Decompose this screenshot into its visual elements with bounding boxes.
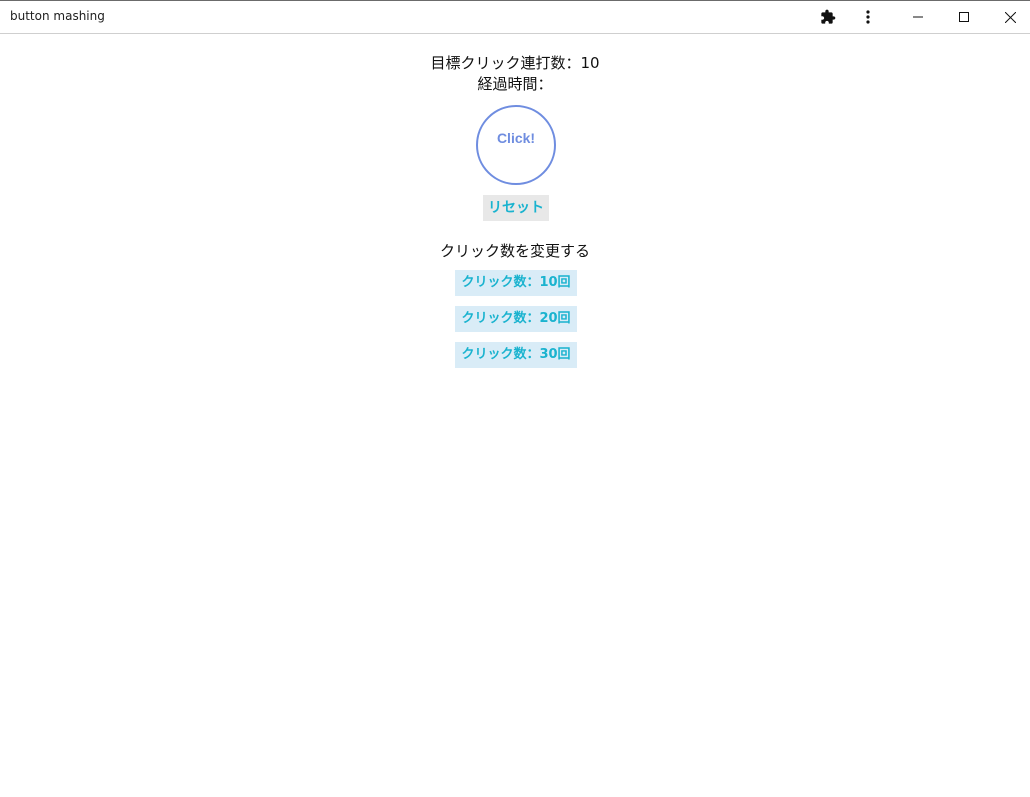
title-bar: button mashing bbox=[0, 1, 1030, 34]
close-button[interactable] bbox=[988, 1, 1030, 33]
minimize-button[interactable] bbox=[896, 1, 940, 33]
elapsed-time-line: 経過時間： bbox=[0, 74, 1030, 94]
reset-button[interactable]: リセット bbox=[483, 195, 549, 221]
click-count-20-button[interactable]: クリック数：20回 bbox=[455, 306, 577, 332]
change-count-heading: クリック数を変更する bbox=[439, 242, 590, 260]
maximize-icon bbox=[959, 12, 969, 22]
click-button[interactable]: Click! bbox=[476, 105, 556, 185]
close-icon bbox=[1004, 11, 1016, 23]
target-clicks-line: 目標クリック連打数：10 bbox=[0, 53, 1030, 73]
target-value: 10 bbox=[580, 54, 600, 72]
app-window: button mashing 目標クリック連打数：10 経過時間： Click!… bbox=[0, 0, 1030, 797]
click-count-30-button[interactable]: クリック数：30回 bbox=[455, 342, 577, 368]
more-menu-button[interactable] bbox=[854, 1, 882, 33]
maximize-button[interactable] bbox=[942, 1, 986, 33]
window-title: button mashing bbox=[10, 9, 105, 23]
click-button-label: Click! bbox=[496, 130, 536, 146]
click-count-10-button[interactable]: クリック数：10回 bbox=[455, 270, 577, 296]
minimize-icon bbox=[913, 16, 923, 18]
page-content: 目標クリック連打数：10 経過時間： Click! リセット クリック数を変更す… bbox=[0, 34, 1030, 797]
elapsed-label: 経過時間： bbox=[477, 75, 553, 93]
target-label: 目標クリック連打数： bbox=[430, 54, 581, 72]
more-vert-icon bbox=[866, 10, 870, 24]
extension-icon bbox=[821, 9, 836, 24]
extensions-button[interactable] bbox=[814, 1, 842, 33]
